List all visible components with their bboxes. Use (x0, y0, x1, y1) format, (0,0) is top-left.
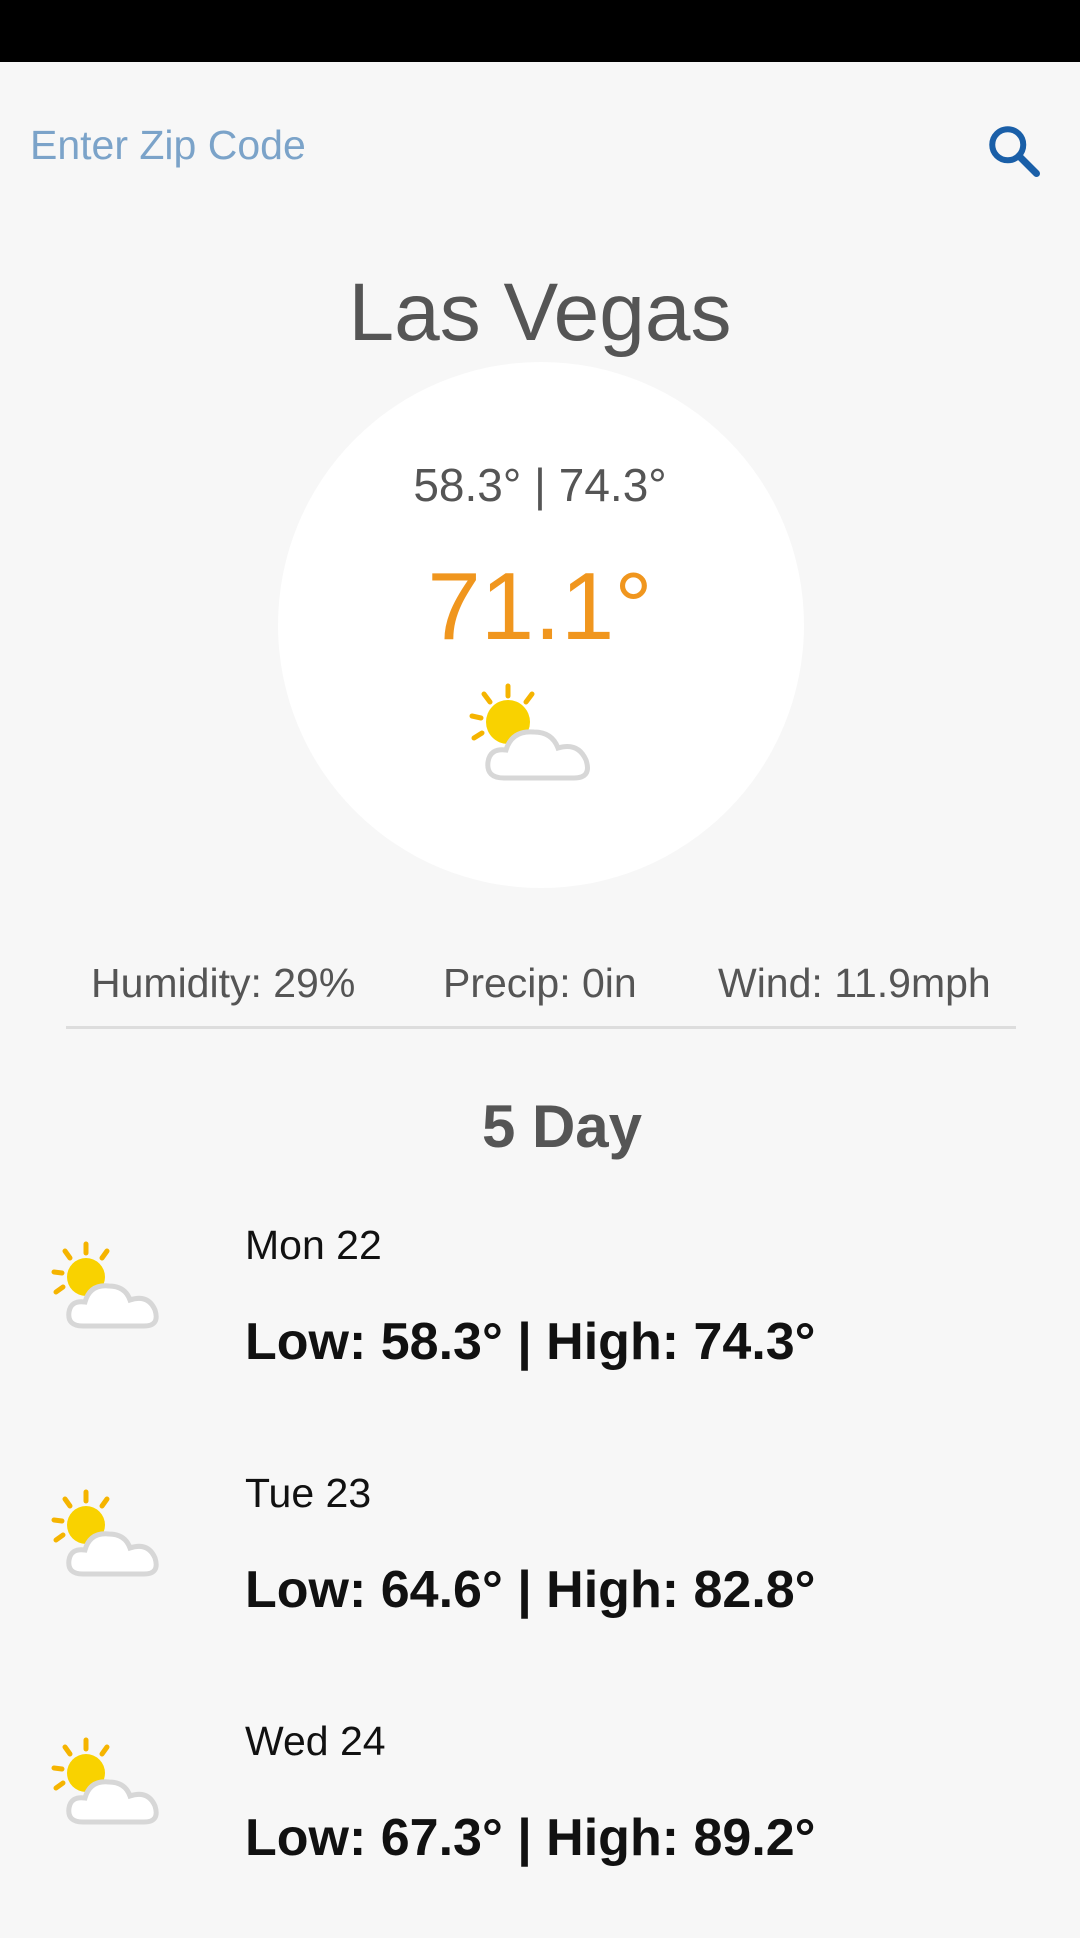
current-low-high: 58.3° | 74.3° (413, 459, 667, 511)
weather-stats: Humidity: 29% Precip: 0in Wind: 11.9mph (66, 960, 1016, 1029)
partly-cloudy-icon (51, 1737, 159, 1825)
forecast-temps: Low: 58.3° | High: 74.3° (245, 1313, 816, 1371)
humidity-value: Humidity: 29% (91, 960, 356, 1006)
forecast-day: Tue 23 (245, 1470, 372, 1516)
forecast-day: Wed 24 (245, 1718, 386, 1764)
current-temperature: 71.1° (427, 553, 653, 660)
forecast-title: 5 Day (481, 1093, 643, 1160)
precip-value: Precip: 0in (443, 960, 637, 1006)
partly-cloudy-icon (51, 1489, 159, 1577)
partly-cloudy-icon (469, 683, 590, 781)
search-icon (989, 126, 1040, 177)
forecast-temps: Low: 67.3° | High: 89.2° (245, 1809, 816, 1867)
wind-value: Wind: 11.9mph (718, 960, 991, 1006)
forecast-day: Mon 22 (245, 1222, 382, 1268)
partly-cloudy-icon (51, 1241, 159, 1329)
forecast-row-1: Tue 23 Low: 64.6° | High: 82.8° (0, 1470, 1080, 1690)
zip-code-input[interactable] (30, 100, 930, 190)
city-name: Las Vegas (348, 267, 732, 358)
status-bar (0, 0, 1080, 62)
forecast-row-2: Wed 24 Low: 67.3° | High: 89.2° (0, 1718, 1080, 1938)
forecast-row-0: Mon 22 Low: 58.3° | High: 74.3° (0, 1222, 1080, 1442)
forecast-temps: Low: 64.6° | High: 82.8° (245, 1561, 816, 1619)
search-button[interactable] (975, 112, 1053, 190)
